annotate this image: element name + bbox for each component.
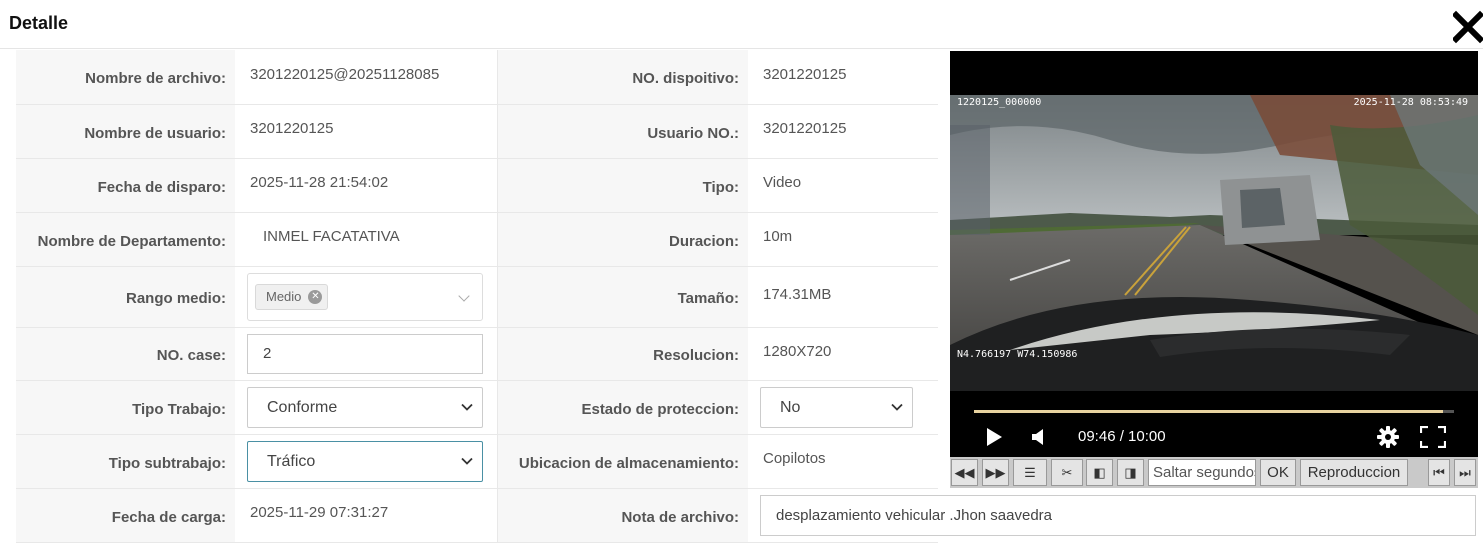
value-fecha-carga: 2025-11-29 07:31:27	[235, 488, 498, 543]
estado-proteccion-select[interactable]: No	[760, 386, 913, 428]
label-ubicacion: Ubicacion de almacenamiento:	[497, 434, 748, 489]
tipo-subtrabajo-cell: Tráfico	[235, 434, 498, 489]
label-estado-proteccion: Estado de proteccion:	[497, 380, 748, 435]
tipo-subtrabajo-select[interactable]: Tráfico	[247, 440, 483, 482]
settings-gear-icon[interactable]	[1377, 426, 1399, 453]
chevron-down-icon	[461, 403, 473, 411]
label-nombre-usuario: Nombre de usuario:	[16, 104, 235, 159]
value-ubicacion: Copilotos	[748, 434, 938, 489]
tipo-trabajo-select[interactable]: Conforme	[247, 386, 483, 428]
label-no-case: NO. case:	[16, 327, 235, 381]
estado-proteccion-value: No	[780, 398, 801, 416]
value-nombre-usuario: 3201220125	[235, 104, 498, 159]
label-no-dispositivo: NO. dispoitivo:	[497, 50, 748, 105]
rewind-icon[interactable]: ◀◀	[951, 459, 978, 486]
table-row: Nombre de Departamento: INMEL FACATATIVA…	[16, 212, 938, 267]
skip-start-icon[interactable]: ⏮	[1428, 459, 1450, 486]
dialog-title: Detalle	[9, 13, 69, 33]
label-duracion: Duracion:	[497, 212, 748, 267]
label-tipo-trabajo: Tipo Trabajo:	[16, 380, 235, 435]
close-icon[interactable]	[1451, 10, 1483, 44]
detail-table: Nombre de archivo: 3201220125@2025112808…	[16, 50, 1476, 543]
video-time: 09:46 / 10:00	[1078, 428, 1166, 445]
estado-proteccion-cell: No	[748, 380, 938, 435]
tipo-trabajo-value: Conforme	[267, 398, 338, 416]
label-nombre-departamento: Nombre de Departamento:	[16, 212, 235, 267]
playback-button[interactable]: Reproduccion	[1300, 459, 1408, 486]
table-row: Tipo subtrabajo: Tráfico Ubicacion de al…	[16, 434, 938, 489]
no-case-input[interactable]: 2	[247, 333, 483, 374]
nota-cell: desplazamiento vehicular .Jhon saavedra	[748, 488, 1476, 543]
fast-forward-icon[interactable]: ▶▶	[982, 459, 1009, 486]
value-fecha-disparo: 2025-11-28 21:54:02	[235, 158, 498, 213]
label-resolucion: Resolucion:	[497, 327, 748, 381]
play-icon[interactable]	[986, 428, 1002, 451]
rango-medio-tag: Medio ✕	[255, 283, 329, 310]
chevron-down-icon	[458, 289, 470, 302]
value-duracion: 10m	[748, 212, 938, 267]
list-indent-icon[interactable]: ☰	[1013, 459, 1047, 486]
nota-input[interactable]: desplazamiento vehicular .Jhon saavedra	[760, 494, 1476, 536]
video-player[interactable]: 1220125_000000 2025-11-28 08:53:49 N4.76…	[950, 51, 1478, 459]
table-row: Fecha de carga: 2025-11-29 07:31:27 Nota…	[16, 488, 1476, 543]
tipo-trabajo-cell: Conforme	[235, 380, 498, 435]
video-frame: 1220125_000000 2025-11-28 08:53:49 N4.76…	[950, 95, 1478, 391]
player-toolbar: ◀◀ ▶▶ ☰ ✂ ◧ ◨ Saltar segundos OK Reprodu…	[950, 457, 1478, 488]
video-progress-bar[interactable]	[974, 410, 1454, 413]
rango-medio-cell: Medio ✕	[235, 266, 498, 328]
label-tamano: Tamaño:	[497, 266, 748, 328]
table-row: Nombre de archivo: 3201220125@2025112808…	[16, 50, 938, 105]
value-tamano: 174.31MB	[748, 266, 938, 328]
value-resolucion: 1280X720	[748, 327, 938, 381]
frame-back-icon[interactable]: ◧	[1086, 459, 1113, 486]
table-row: NO. case: 2 Resolucion: 1280X720	[16, 327, 938, 381]
table-row: Rango medio: Medio ✕ Tamaño: 174.31MB	[16, 266, 938, 328]
label-usuario-no: Usuario NO.:	[497, 104, 748, 159]
label-fecha-disparo: Fecha de disparo:	[16, 158, 235, 213]
remove-tag-icon[interactable]: ✕	[308, 289, 323, 304]
dialog-header: Detalle	[0, 0, 1483, 49]
ok-button[interactable]: OK	[1260, 459, 1296, 486]
seek-seconds-input[interactable]: Saltar segundos	[1148, 459, 1256, 486]
video-overlay-id: 1220125_000000	[957, 97, 1042, 108]
chevron-down-icon	[461, 457, 473, 465]
label-rango-medio: Rango medio:	[16, 266, 235, 328]
label-tipo-subtrabajo: Tipo subtrabajo:	[16, 434, 235, 489]
tipo-subtrabajo-value: Tráfico	[267, 452, 316, 470]
label-nombre-archivo: Nombre de archivo:	[16, 50, 235, 105]
value-tipo: Video	[748, 158, 938, 213]
rango-medio-select[interactable]: Medio ✕	[247, 272, 483, 321]
value-nombre-departamento: INMEL FACATATIVA	[235, 212, 498, 267]
table-row: Nombre de usuario: 3201220125 Usuario NO…	[16, 104, 938, 159]
chevron-down-icon	[891, 403, 903, 411]
label-tipo: Tipo:	[497, 158, 748, 213]
value-nombre-archivo: 3201220125@20251128085	[235, 50, 498, 105]
frame-forward-icon[interactable]: ◨	[1117, 459, 1144, 486]
skip-end-icon[interactable]: ⏭	[1454, 459, 1476, 486]
fullscreen-icon[interactable]	[1419, 425, 1447, 453]
video-overlay-gps: N4.766197 W74.150986	[957, 349, 1078, 360]
label-fecha-carga: Fecha de carga:	[16, 488, 235, 543]
scissors-icon[interactable]: ✂	[1051, 459, 1083, 486]
table-row: Fecha de disparo: 2025-11-28 21:54:02 Ti…	[16, 158, 938, 213]
table-row: Tipo Trabajo: Conforme Estado de protecc…	[16, 380, 938, 435]
no-case-cell: 2	[235, 327, 498, 381]
label-nota: Nota de archivo:	[497, 488, 748, 543]
video-overlay-datetime: 2025-11-28 08:53:49	[1353, 97, 1468, 108]
value-no-dispositivo: 3201220125	[748, 50, 938, 105]
video-progress-fill	[974, 410, 1443, 413]
rango-medio-tag-label: Medio	[266, 288, 302, 304]
value-usuario-no: 3201220125	[748, 104, 938, 159]
volume-icon[interactable]	[1030, 428, 1046, 451]
